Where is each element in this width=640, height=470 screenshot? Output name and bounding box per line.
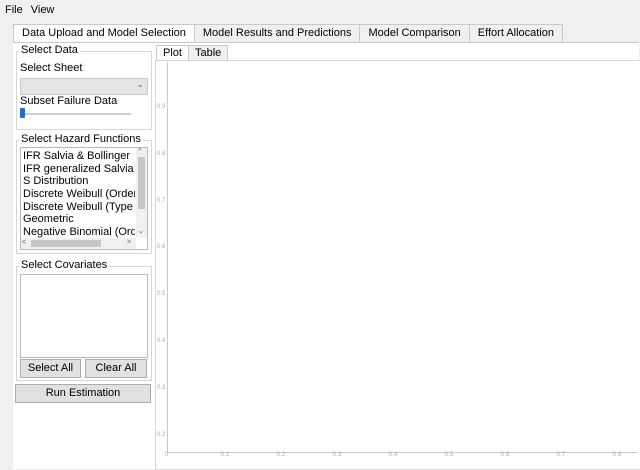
subset-slider-track[interactable] [21, 113, 131, 115]
hazard-vertical-scrollbar[interactable]: ^ ⌄ [136, 148, 147, 237]
list-item[interactable]: IFR generalized Salvia & [23, 163, 135, 176]
tab-model-results[interactable]: Model Results and Predictions [193, 24, 361, 42]
hazard-hscroll-thumb[interactable] [31, 240, 101, 247]
x-tick-label: 0.7 [557, 452, 566, 458]
chevron-down-icon[interactable]: ⌄ [138, 228, 144, 236]
y-tick-label: 0.9 [157, 104, 166, 110]
run-estimation-button[interactable]: Run Estimation [15, 384, 151, 403]
list-item[interactable]: Discrete Weibull (Type III [23, 201, 135, 214]
x-tick-label: 0.6 [501, 452, 510, 458]
x-tick-label: 0.1 [221, 452, 230, 458]
x-tick-label: 0.4 [389, 452, 398, 458]
tab-table[interactable]: Table [187, 45, 229, 61]
hazard-title: Select Hazard Functions [19, 133, 143, 145]
x-tick-label: 0 [165, 452, 169, 458]
list-item[interactable]: Discrete Weibull (Order 2 [23, 188, 135, 201]
menu-view[interactable]: View [28, 4, 58, 16]
clear-all-button[interactable]: Clear All [85, 359, 147, 378]
chevron-down-icon: ⌄ [136, 79, 144, 89]
hazard-horizontal-scrollbar[interactable]: < > [21, 238, 136, 249]
y-axis [167, 62, 168, 452]
plot-area[interactable] [155, 60, 640, 470]
select-data-title: Select Data [19, 44, 80, 56]
tab-data-upload[interactable]: Data Upload and Model Selection [13, 24, 195, 43]
menu-bar: File View [0, 0, 640, 20]
y-tick-label: 0.2 [157, 431, 166, 438]
list-item[interactable]: S Distribution [23, 175, 135, 188]
list-item[interactable]: Negative Binomial (Order [23, 226, 135, 239]
menu-file[interactable]: File [2, 4, 26, 16]
y-tick-label: 0.4 [157, 338, 166, 344]
x-axis [167, 452, 637, 453]
y-tick-label: 0.8 [157, 150, 166, 157]
tab-model-comparison[interactable]: Model Comparison [359, 24, 470, 42]
x-tick-label: 0.2 [277, 452, 286, 458]
chevron-right-icon[interactable]: > [127, 239, 131, 247]
hazard-listbox[interactable]: IFR Salvia & Bollinger IFR generalized S… [20, 147, 148, 250]
chevron-left-icon[interactable]: < [22, 239, 26, 247]
y-tick-label: 0.5 [157, 291, 166, 298]
list-item[interactable]: Geometric [23, 213, 135, 226]
hazard-vscroll-thumb[interactable] [138, 157, 145, 209]
hazard-items: IFR Salvia & Bollinger IFR generalized S… [23, 150, 135, 239]
x-tick-label: 0.8 [613, 452, 622, 458]
sheet-select[interactable]: ⌄ [20, 78, 148, 95]
subset-failure-label: Subset Failure Data [20, 95, 118, 107]
covariates-listbox[interactable] [20, 274, 148, 358]
covariates-title: Select Covariates [19, 259, 110, 271]
y-tick-label: 0.6 [157, 244, 166, 251]
subset-slider-handle[interactable] [20, 108, 25, 118]
main-tabbar: Data Upload and Model Selection Model Re… [13, 24, 564, 43]
list-item[interactable]: IFR Salvia & Bollinger [23, 150, 135, 163]
select-sheet-label: Select Sheet [20, 62, 83, 74]
y-tick-label: 0.3 [157, 384, 166, 391]
x-tick-label: 0.3 [333, 452, 342, 458]
tab-effort-allocation[interactable]: Effort Allocation [468, 24, 564, 42]
y-tick-label: 0.7 [157, 197, 166, 204]
x-tick-label: 0.5 [445, 452, 454, 458]
select-all-button[interactable]: Select All [20, 359, 81, 378]
chevron-up-icon[interactable]: ^ [138, 148, 141, 156]
